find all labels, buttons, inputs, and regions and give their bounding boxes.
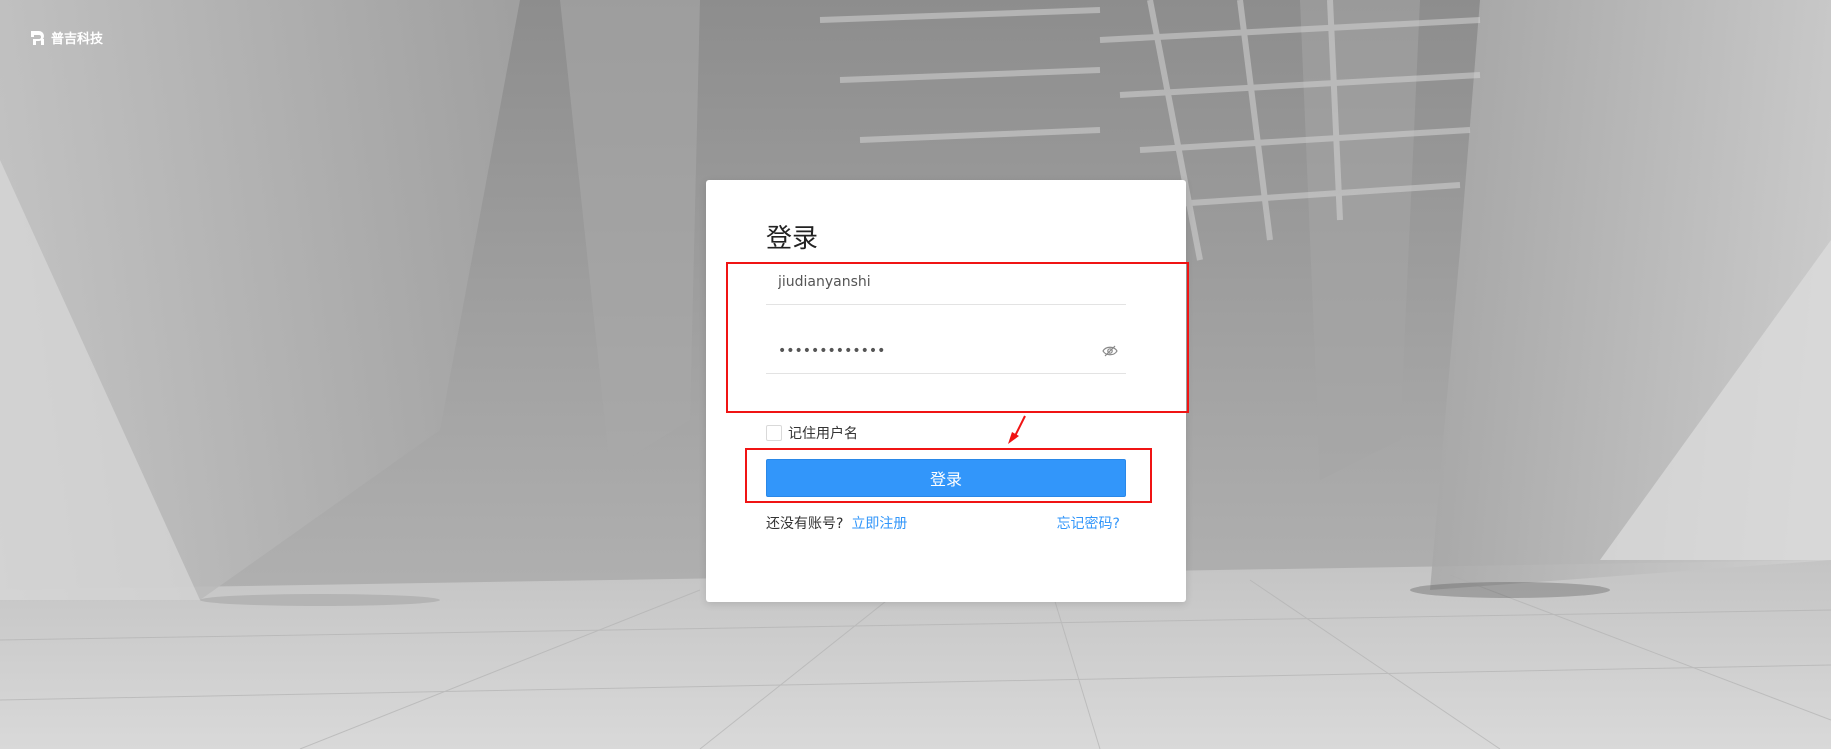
password-field[interactable] bbox=[766, 329, 1126, 374]
username-input[interactable] bbox=[766, 260, 1098, 304]
username-field[interactable] bbox=[766, 260, 1126, 305]
remember-checkbox[interactable] bbox=[766, 425, 782, 441]
register-link[interactable]: 立即注册 bbox=[851, 516, 907, 532]
brand-name: 普吉科技 bbox=[51, 32, 104, 47]
forgot-password-link[interactable]: 忘记密码? bbox=[1057, 516, 1120, 532]
brand: 普吉科技 bbox=[29, 28, 103, 47]
remember-label: 记住用户名 bbox=[788, 426, 858, 442]
eye-slash-icon[interactable] bbox=[1102, 344, 1118, 358]
login-page: 普吉科技 登录 记住用户名 登录 还没有账号? 立即注册 忘记密码? bbox=[0, 0, 1831, 749]
remember-username[interactable]: 记住用户名 bbox=[766, 423, 858, 443]
password-input[interactable] bbox=[766, 329, 1098, 373]
forgot-password-prompt: 忘记密码? bbox=[1057, 513, 1120, 533]
register-prompt: 还没有账号? 立即注册 bbox=[766, 513, 907, 533]
no-account-text: 还没有账号? bbox=[766, 516, 844, 532]
brand-logo-icon bbox=[31, 30, 44, 45]
login-title: 登录 bbox=[766, 224, 819, 254]
login-card: 登录 记住用户名 登录 还没有账号? 立即注册 忘记密码? bbox=[706, 180, 1186, 602]
login-button[interactable]: 登录 bbox=[766, 459, 1126, 497]
